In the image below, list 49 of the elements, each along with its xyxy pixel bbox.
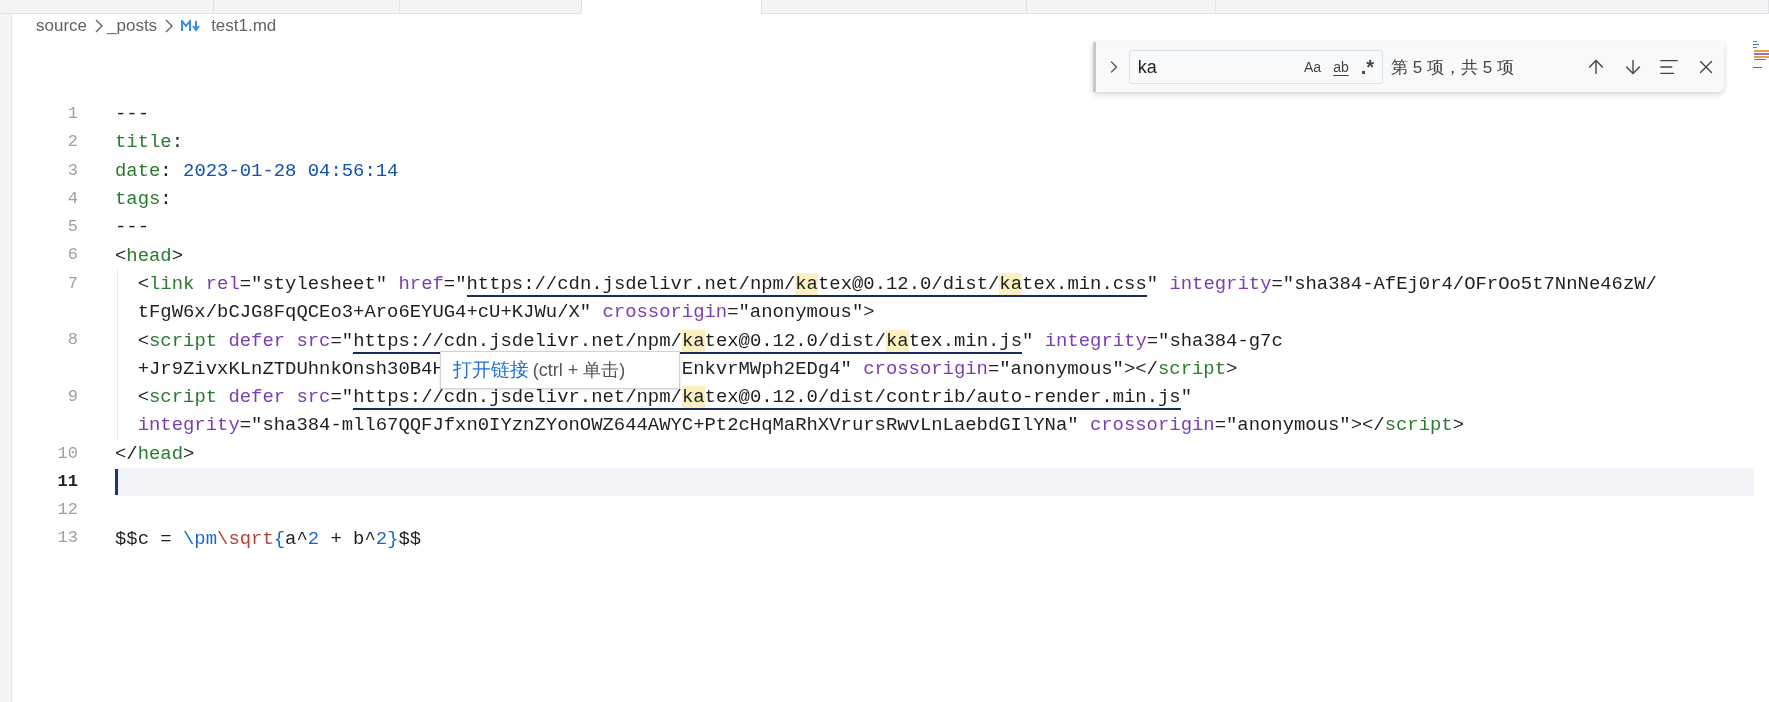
markdown-icon <box>181 20 202 32</box>
code-line: <link rel="stylesheet" href="https://cdn.jsdelivr.net/npm/katex@0.12.0/dist/katex.min.css" integrity="sha384-AfEj0r4/OFrOo5t7NnNe46zW/ <box>137 271 1657 296</box>
editor-tab[interactable] <box>400 0 582 14</box>
line-number: 11 <box>56 470 78 493</box>
line-number: 1 <box>66 103 78 125</box>
breadcrumb-folder[interactable]: _posts <box>107 16 158 36</box>
line-number: 7 <box>66 272 78 295</box>
code-line: EnkvrMWph2EDg4" crossorigin="anonymous"></script> <box>681 356 1238 381</box>
minimap-drawing <box>1753 40 1769 70</box>
code-line: integrity="sha384-mll67QQFJfxn0IYznZYonOWZ644AWYC+Pt2cHqMaRhXVrursRwvLnLaebdGIlYNa" crossorigin="anonymous"></script> <box>137 413 1465 438</box>
line-number: 8 <box>66 329 78 352</box>
editor-tab[interactable] <box>582 0 762 14</box>
code-line: tags: <box>115 187 172 212</box>
find-option-toggle[interactable]: .* <box>1360 55 1375 79</box>
breadcrumb-file[interactable]: test1.md <box>211 16 277 36</box>
line-number: 12 <box>56 499 78 522</box>
chevron-icon <box>95 19 104 33</box>
editor-tab[interactable] <box>762 0 1027 14</box>
chevron-icon <box>165 19 174 33</box>
code-line: +Jr9ZivxKLnZTDUhnkOnsh30B4H <box>137 356 444 381</box>
code-line: --- <box>115 102 149 127</box>
code-line: <head> <box>115 243 184 268</box>
line-number: 2 <box>66 131 78 154</box>
text-cursor <box>115 469 118 495</box>
match-count: 第 5 项，共 5 项 <box>1391 56 1515 79</box>
code-line: date: 2023-01-28 04:56:14 <box>115 158 399 183</box>
code-line: $$c = \pm\sqrt{a^2 + b^2}$$ <box>115 526 422 551</box>
editor-tab[interactable] <box>214 0 400 14</box>
code-line: </head> <box>115 441 195 466</box>
find-input[interactable]: ka Aa ab .* <box>1128 50 1384 84</box>
line-number: 6 <box>66 244 78 267</box>
line-number: 13 <box>56 527 78 550</box>
open-link-label[interactable]: 打开链接 <box>452 355 529 384</box>
shortcut-hint: (ctrl + 单击) <box>532 358 626 382</box>
breadcrumb-folder[interactable]: source <box>36 16 88 36</box>
line-number: 4 <box>66 187 78 210</box>
editor-tab[interactable] <box>0 0 214 14</box>
line-number: 9 <box>66 385 78 408</box>
line-number: 10 <box>56 442 78 465</box>
find-option-toggle[interactable]: Aa <box>1304 59 1322 75</box>
line-number: 5 <box>66 216 78 239</box>
code-line: title: <box>115 130 184 155</box>
find-option-toggle[interactable]: ab <box>1333 59 1349 75</box>
editor-tab[interactable] <box>1027 0 1216 14</box>
editor-tab[interactable] <box>1216 0 1769 14</box>
code-line: <script defer src="https://cdn.jsdelivr.net/npm/katex@0.12.0/dist/contrib/auto-render.min.js" <box>137 385 1193 410</box>
line-number: 3 <box>66 159 78 182</box>
code-line: tFgW6x/bCJG8FqQCEo3+Aro6EYUG4+cU+KJWu/X" crossorigin="anonymous"> <box>137 300 875 325</box>
code-line: --- <box>115 215 149 240</box>
